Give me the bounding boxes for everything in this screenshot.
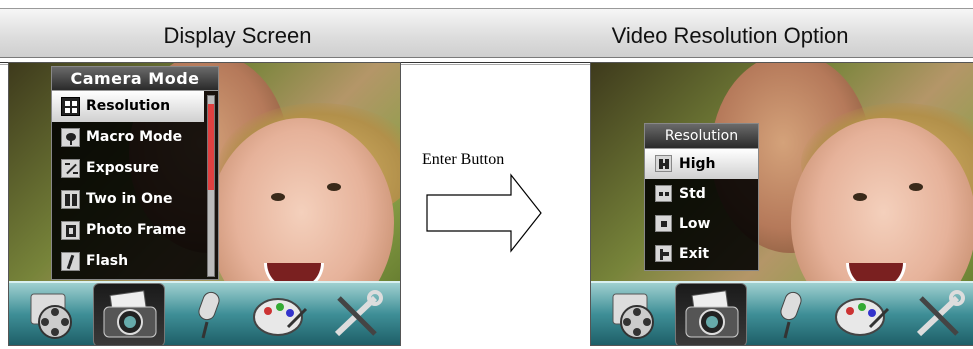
tab-setup[interactable] <box>903 287 973 345</box>
two-in-one-icon <box>61 190 80 209</box>
enter-button-label: Enter Button <box>422 151 505 168</box>
camera-mode-icon <box>103 290 157 338</box>
high-res-icon <box>655 155 672 172</box>
setup-tools-icon <box>916 290 965 337</box>
voice-mode-icon <box>780 291 802 339</box>
menu-item-label: Macro Mode <box>86 129 183 145</box>
menu-item-flash[interactable]: Flash <box>52 246 218 277</box>
camera-mode-icon <box>685 290 739 338</box>
display-screen-title: Display Screen <box>163 23 312 48</box>
video-resolution-screen: Resolution High Std Low Exit <box>590 62 973 346</box>
video-resolution-option-title: Video Resolution Option <box>611 23 849 48</box>
menu-item-high[interactable]: High <box>645 149 758 179</box>
tab-playback[interactable] <box>244 287 316 345</box>
video-mode-icon <box>612 293 654 339</box>
menu-title: Resolution <box>645 124 758 149</box>
background-eye <box>327 183 341 191</box>
background-eye <box>909 183 923 191</box>
menu-title: Camera Mode <box>52 67 218 91</box>
tab-camera-mode[interactable] <box>675 283 747 345</box>
background-eye <box>271 193 285 201</box>
menu-item-exposure[interactable]: Exposure <box>52 153 218 184</box>
exposure-icon <box>61 159 80 178</box>
menu-item-label: Low <box>679 216 711 232</box>
setup-tools-icon <box>334 290 383 337</box>
menu-item-exit[interactable]: Exit <box>645 239 758 269</box>
mode-icon-bar <box>591 281 973 345</box>
exit-icon <box>655 245 672 262</box>
menu-item-label: Exit <box>679 246 710 262</box>
mode-icon-bar <box>9 281 400 345</box>
menu-item-label: Flash <box>86 253 129 269</box>
menu-item-std[interactable]: Std <box>645 179 758 209</box>
voice-mode-icon <box>198 291 220 339</box>
video-mode-icon <box>30 293 72 339</box>
menu-scrollbar-thumb[interactable] <box>208 104 214 190</box>
resolution-icon <box>61 97 80 116</box>
tab-voice-mode[interactable] <box>755 287 827 345</box>
menu-item-label: Photo Frame <box>86 222 187 238</box>
menu-item-photo-frame[interactable]: Photo Frame <box>52 215 218 246</box>
tab-video-mode[interactable] <box>17 287 89 345</box>
flash-icon <box>61 252 80 271</box>
menu-item-resolution[interactable]: Resolution <box>52 91 204 122</box>
menu-item-label: Exposure <box>86 160 159 176</box>
playback-palette-icon <box>253 298 308 336</box>
low-res-icon <box>655 215 672 232</box>
photo-frame-icon <box>61 221 80 240</box>
menu-item-label: Resolution <box>86 98 171 114</box>
menu-item-low[interactable]: Low <box>645 209 758 239</box>
menu-item-two-in-one[interactable]: Two in One <box>52 184 218 215</box>
menu-item-macro-mode[interactable]: Macro Mode <box>52 122 218 153</box>
playback-palette-icon <box>835 298 890 336</box>
background-eye <box>853 193 867 201</box>
camera-mode-menu: Camera Mode Resolution Macro Mode Exposu… <box>51 66 219 280</box>
tab-camera-mode[interactable] <box>93 283 165 345</box>
right-arrow-icon <box>426 173 542 253</box>
tab-video-mode[interactable] <box>599 287 671 345</box>
menu-item-label: High <box>679 156 716 172</box>
menu-item-label: Two in One <box>86 191 173 207</box>
resolution-menu: Resolution High Std Low Exit <box>644 123 759 271</box>
display-screen: Camera Mode Resolution Macro Mode Exposu… <box>8 62 401 346</box>
tab-voice-mode[interactable] <box>173 287 245 345</box>
header-bar: Display Screen Video Resolution Option <box>0 8 973 58</box>
tab-setup[interactable] <box>321 287 393 345</box>
macro-icon <box>61 128 80 147</box>
menu-scrollbar[interactable] <box>207 95 215 277</box>
menu-item-label: Std <box>679 186 706 202</box>
tab-playback[interactable] <box>826 287 898 345</box>
std-res-icon <box>655 185 672 202</box>
